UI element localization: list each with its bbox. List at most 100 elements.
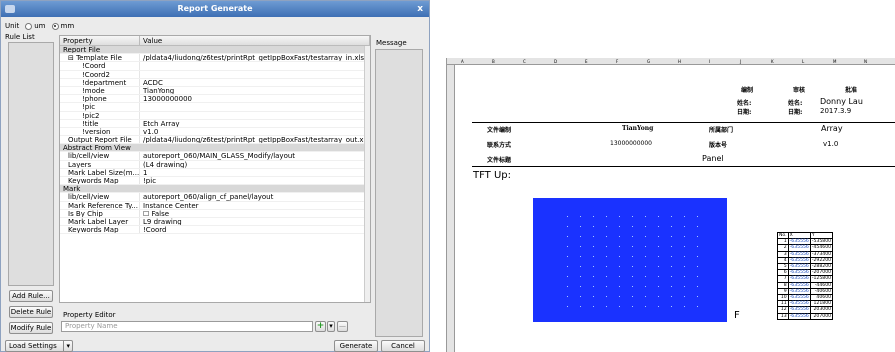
property-value-cell[interactable]: 1 [140, 169, 370, 176]
property-value-cell[interactable] [140, 112, 370, 119]
coord-table-row: 5 -635556 -288200 [777, 262, 834, 271]
column-letter: J [740, 59, 742, 64]
message-label: Message [376, 39, 407, 47]
property-value-cell[interactable]: L9 drawing [140, 218, 370, 225]
grid-property-row[interactable]: !title Etch Array [60, 119, 370, 128]
array-dot [645, 236, 646, 237]
grid-property-row[interactable]: !Coord [60, 62, 370, 71]
property-name-cell: !Coord2 [60, 70, 140, 78]
grid-property-row[interactable]: !version v1.0 [60, 127, 370, 137]
array-dot [632, 246, 633, 247]
property-value-cell[interactable] [140, 71, 370, 78]
add-property-button[interactable]: + [315, 321, 326, 332]
coord-cell: -635556 [787, 244, 811, 252]
radio-mm-icon[interactable] [51, 22, 59, 30]
column-letter: F [616, 59, 619, 64]
property-value-cell[interactable]: v1.0 [140, 128, 370, 135]
chevron-down-icon[interactable]: ▾ [63, 341, 72, 351]
close-icon[interactable]: x [417, 1, 423, 17]
property-value-cell[interactable]: /pldata4/liudong/z6test/printRpt_getIppB… [140, 136, 370, 143]
property-value-cell[interactable] [140, 62, 370, 69]
grid-property-row[interactable]: Keywords Map !pic [60, 177, 370, 186]
property-value-cell[interactable]: TianYong [140, 87, 370, 94]
array-dot [697, 236, 698, 237]
window-menu-icon[interactable] [5, 5, 15, 13]
col-value-header[interactable]: Value [140, 36, 370, 45]
grid-property-row[interactable]: Is By Chip ☐ False [60, 209, 370, 218]
chevron-down-icon[interactable]: ▾ [327, 321, 335, 332]
property-value-cell[interactable]: Etch Array [140, 120, 370, 127]
radio-um-icon[interactable] [25, 22, 33, 30]
property-name-cell: !mode [60, 86, 140, 95]
grid-scrollbar[interactable] [364, 46, 370, 302]
grid-property-row[interactable]: Mark Reference Ty... Instance Center [60, 201, 370, 210]
coord-table: No. X Y 1 -635556 -535800 2 -635556 -454600 3-… [777, 231, 834, 320]
property-value-cell[interactable]: ☐ False [140, 210, 370, 217]
grid-property-row[interactable]: !department ACDC [60, 78, 370, 87]
array-dot [645, 286, 646, 287]
property-name-input[interactable]: Property Name [61, 321, 313, 332]
load-settings-button[interactable]: Load Settings ▾ [5, 340, 73, 352]
grid-property-row[interactable]: Mark Label Layer L9 drawing [60, 217, 370, 227]
array-dot [567, 256, 568, 257]
grid-property-row[interactable]: lib/cell/view autoreport_060/align_cf_pan… [60, 193, 370, 202]
grid-property-row[interactable]: Output Report File/pldata4/liudong/z6tes… [60, 136, 370, 145]
coord-table-row: 1 -635556 -535800 [777, 238, 834, 246]
property-value-cell[interactable]: !Coord [140, 226, 370, 233]
property-value-cell[interactable]: autoreport_060/align_cf_panel/layout [140, 193, 370, 200]
remove-property-button[interactable]: — [337, 321, 348, 332]
property-value-cell[interactable]: Instance Center [140, 202, 370, 209]
grid-property-row[interactable]: !pic [60, 103, 370, 112]
property-grid[interactable]: Property Value Report File ⊟ Template Fil… [59, 35, 371, 303]
modify-rule-button[interactable]: Modify Rule [9, 322, 53, 334]
coord-table-row: 10 -635556 40600 [777, 294, 834, 302]
grid-property-row[interactable]: !mode TianYong [60, 86, 370, 96]
unit-mm-option[interactable]: mm [51, 22, 74, 30]
property-value-cell[interactable]: (L4 drawing) [140, 161, 370, 168]
delete-rule-button[interactable]: Delete Rule [9, 306, 53, 318]
property-value-cell[interactable]: !pic [140, 177, 370, 184]
coord-cell: 13 [777, 312, 789, 320]
grid-section-row[interactable]: Abstract From View [60, 144, 370, 153]
rule-list[interactable] [8, 42, 54, 286]
cancel-button[interactable]: Cancel [381, 340, 425, 352]
grid-property-row[interactable]: !pic2 [60, 111, 370, 120]
coord-table-row: 4 -635556 -292200 [777, 256, 834, 265]
grid-section-row[interactable]: Mark [60, 185, 370, 194]
array-dot [645, 256, 646, 257]
array-dot [593, 256, 594, 257]
property-value-cell[interactable]: /pldata4/liudong/z6test/printRpt_getIppB… [140, 54, 370, 61]
array-dot [567, 236, 568, 237]
unit-label: Unit [5, 22, 20, 30]
generate-button[interactable]: Generate [334, 340, 378, 352]
column-letter: D [554, 59, 558, 64]
array-dot [645, 296, 646, 297]
grid-property-row[interactable]: !Coord2 [60, 70, 370, 79]
property-name-cell: Mark [63, 185, 81, 193]
array-dot [632, 276, 633, 277]
property-name-cell: Abstract From View [63, 144, 131, 152]
coord-table-row: 3 -635556 -373400 [777, 250, 834, 258]
grid-property-row[interactable]: Mark Label Size(m... 1 [60, 168, 370, 177]
column-letter: G [647, 59, 651, 64]
property-value-cell[interactable] [140, 103, 370, 110]
property-value-cell[interactable]: ACDC [140, 79, 370, 86]
mode-value: TianYong [622, 125, 654, 132]
grid-property-row[interactable]: !phone 13000000000 [60, 95, 370, 104]
property-value-cell[interactable]: 13000000000 [140, 95, 370, 102]
add-rule-button[interactable]: Add Rule... [9, 290, 53, 302]
unit-um-option[interactable]: um [25, 22, 46, 30]
array-dot [697, 306, 698, 307]
grid-property-row[interactable]: Keywords Map !Coord [60, 226, 370, 235]
grid-property-row[interactable]: Layers (L4 drawing) [60, 160, 370, 169]
grid-rows: Report File ⊟ Template File/pldata4/liudo… [60, 46, 370, 235]
property-value-cell[interactable]: autoreport_060/MAIN_GLASS_Modify/layout [140, 152, 370, 159]
grid-property-row[interactable]: lib/cell/view autoreport_060/MAIN_GLASS_M… [60, 152, 370, 161]
array-dot [658, 226, 659, 227]
grid-property-row[interactable]: ⊟ Template File/pldata4/liudong/z6test/p… [60, 54, 370, 63]
f-marker: F [734, 310, 740, 321]
coord-cell: -125800 [809, 275, 834, 283]
array-dot [684, 266, 685, 267]
col-property-header[interactable]: Property [60, 36, 140, 45]
grid-section-row[interactable]: Report File [60, 46, 370, 55]
